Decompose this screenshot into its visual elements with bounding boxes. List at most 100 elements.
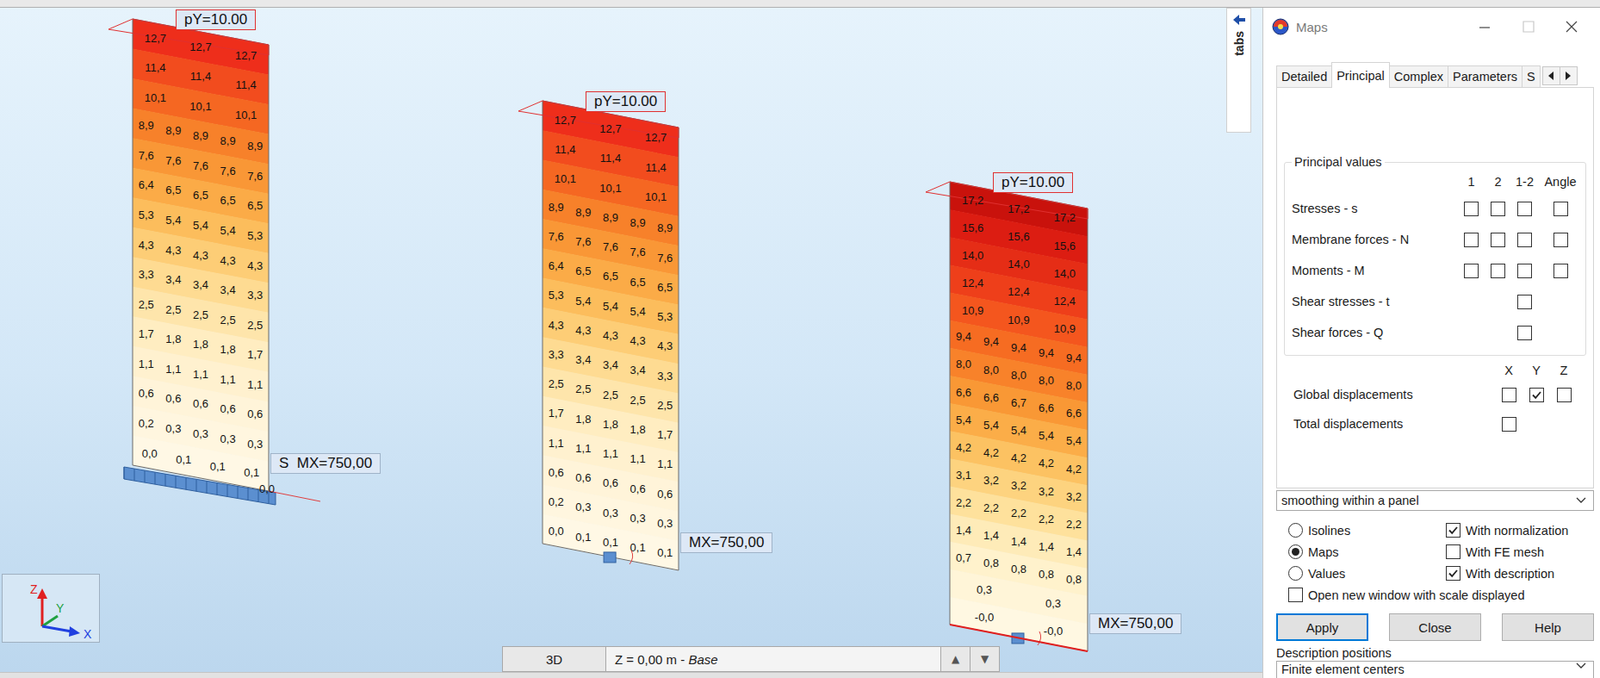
checkbox[interactable]	[1501, 416, 1517, 432]
tab[interactable]: Parameters	[1447, 65, 1523, 87]
checkbox[interactable]	[1553, 201, 1569, 217]
radio-option[interactable]: Values	[1276, 562, 1445, 584]
checkbox-option[interactable]: With FE mesh	[1444, 540, 1594, 563]
moment-label[interactable]: S MX=750,00	[270, 452, 381, 474]
side-tab[interactable]: tabs	[1226, 7, 1252, 133]
map-value: 3,1	[955, 468, 972, 482]
map-value: 6,5	[657, 280, 673, 294]
tab[interactable]: Detailed	[1276, 65, 1333, 87]
map-value: 3,4	[575, 353, 591, 366]
checkbox[interactable]	[1490, 263, 1506, 279]
checkbox[interactable]	[1517, 201, 1532, 217]
radio-button[interactable]	[1288, 544, 1303, 559]
view-mode-button[interactable]: 3D	[502, 645, 607, 672]
dropdown-value: smoothing within a panel	[1281, 493, 1420, 508]
status-strip	[0, 671, 1263, 678]
radio-label: Values	[1308, 566, 1346, 581]
map-value: 6,5	[247, 198, 263, 212]
tab[interactable]: Principal	[1331, 62, 1390, 88]
checkbox[interactable]	[1445, 565, 1461, 581]
map-value: 7,6	[138, 148, 155, 162]
checkbox[interactable]	[1490, 232, 1506, 248]
moment-label[interactable]: MX=750,00	[680, 532, 773, 553]
map-value: 4,2	[1066, 462, 1082, 476]
close-button[interactable]	[1550, 7, 1594, 46]
map-value: 1,1	[602, 446, 619, 460]
map-value: 10,1	[554, 172, 577, 186]
map-value: 3,2	[1066, 489, 1082, 503]
checkbox-label: With normalization	[1465, 523, 1569, 538]
map-value: 5,3	[138, 208, 155, 222]
checkbox[interactable]	[1553, 232, 1569, 248]
checkbox[interactable]	[1517, 294, 1532, 310]
principal-values-group: Principal values121-2AngleStresses - sMe…	[1283, 155, 1587, 356]
level-up-button[interactable]: ▲	[941, 645, 971, 672]
minimize-button[interactable]	[1463, 7, 1507, 46]
load-label[interactable]: pY=10.00	[992, 172, 1073, 193]
map-value: 0,6	[220, 402, 236, 416]
map-value: 7,6	[602, 240, 619, 254]
map-value: 1,4	[1066, 545, 1082, 559]
scroll-left-button[interactable]	[1543, 67, 1560, 85]
map-value: 1,1	[138, 357, 155, 371]
level-field[interactable]: Z = 0,00 m - Base	[606, 645, 942, 672]
checkbox[interactable]	[1445, 544, 1461, 559]
checkbox[interactable]	[1463, 232, 1479, 248]
map-value: 11,4	[190, 69, 211, 83]
tab[interactable]: S	[1521, 65, 1541, 87]
checkbox-option[interactable]: With description	[1444, 562, 1594, 584]
support-hatch	[206, 480, 208, 493]
checkbox[interactable]	[1517, 263, 1532, 279]
moment-arc	[1037, 631, 1042, 645]
checkbox[interactable]	[1463, 201, 1479, 217]
map-value: -0,0	[974, 610, 994, 624]
map-value: 1,1	[630, 452, 646, 466]
map-value: 6,6	[955, 385, 972, 399]
map-value: 10,9	[961, 303, 984, 317]
checkbox[interactable]	[1490, 201, 1506, 217]
level-down-button[interactable]: ▼	[970, 645, 1000, 672]
checkbox-option[interactable]: Open new window with scale displayed	[1276, 583, 1594, 606]
map-value: 0,1	[630, 540, 646, 554]
panel-outline	[542, 100, 679, 571]
checkbox[interactable]	[1529, 387, 1545, 403]
tab[interactable]: Complex	[1389, 65, 1449, 87]
y-axis	[42, 615, 58, 627]
checkbox[interactable]	[1288, 587, 1303, 602]
support-hatch	[196, 478, 198, 491]
map-value: 1,7	[548, 406, 565, 420]
checkbox[interactable]	[1463, 263, 1479, 279]
scroll-right-button[interactable]	[1559, 67, 1577, 85]
map-value: 1,4	[1010, 534, 1027, 548]
side-tab-label[interactable]: tabs	[1232, 31, 1247, 56]
description-dropdown[interactable]: Finite element centers	[1276, 660, 1594, 678]
map-value: 5,4	[630, 304, 646, 318]
map-value: 0,3	[976, 582, 993, 596]
close-button[interactable]: Close	[1389, 613, 1482, 641]
checkbox[interactable]	[1517, 325, 1532, 341]
checkbox[interactable]	[1556, 387, 1572, 403]
cell	[1484, 232, 1512, 248]
checkbox[interactable]	[1445, 522, 1461, 538]
load-label[interactable]: pY=10.00	[175, 9, 256, 31]
map-value: 8,9	[630, 216, 646, 230]
viewport[interactable]: 12,712,712,711,411,411,410,110,110,18,98…	[0, 7, 1263, 672]
checkbox[interactable]	[1501, 387, 1517, 403]
map-value: 15,6	[961, 221, 984, 235]
radio-option[interactable]: Isolines	[1276, 519, 1445, 541]
radio-option[interactable]: Maps	[1276, 540, 1445, 563]
apply-button[interactable]: Apply	[1276, 613, 1369, 641]
smoothing-dropdown[interactable]: smoothing within a panel	[1276, 489, 1594, 511]
checkbox[interactable]	[1553, 263, 1569, 279]
checkbox[interactable]	[1517, 232, 1532, 248]
checkbox-option[interactable]: With normalization	[1444, 519, 1594, 541]
map-value: 12,7	[644, 130, 667, 144]
help-button[interactable]: Help	[1501, 613, 1594, 641]
load-label[interactable]: pY=10.00	[585, 91, 666, 112]
maximize-button[interactable]	[1506, 7, 1551, 46]
radio-button[interactable]	[1288, 565, 1303, 581]
chevron-path	[1576, 663, 1586, 668]
radio-button[interactable]	[1288, 522, 1303, 538]
moment-label[interactable]: MX=750,00	[1089, 613, 1182, 634]
tab-content: Principal values121-2AngleStresses - sMe…	[1276, 86, 1594, 489]
